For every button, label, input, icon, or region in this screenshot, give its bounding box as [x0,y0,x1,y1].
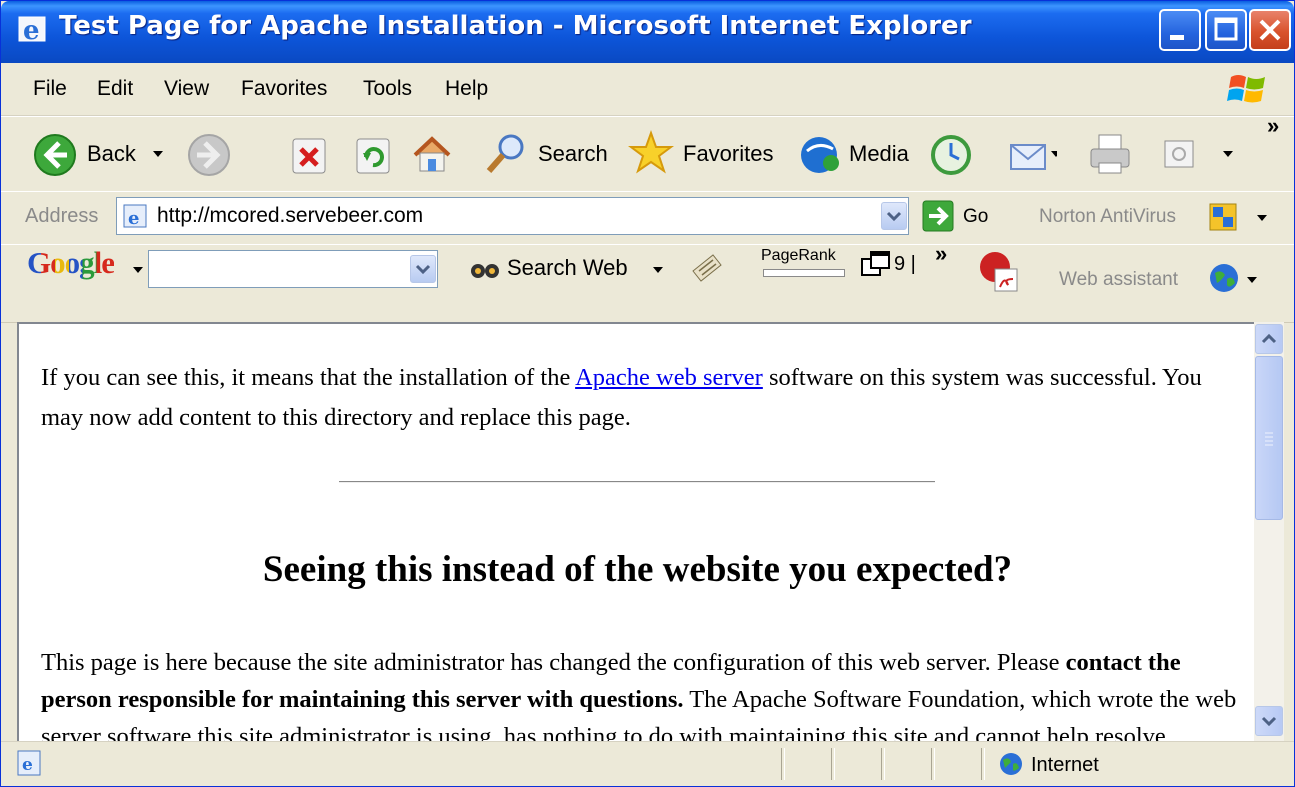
google-logo[interactable]: Google [27,245,115,281]
status-divider [781,748,785,780]
ie-logo-icon: e [18,16,46,46]
scroll-down-button[interactable] [1255,706,1283,736]
history-icon[interactable] [929,133,973,177]
refresh-icon[interactable] [353,135,393,175]
horizontal-rule [339,481,935,483]
back-arrow-icon[interactable] [33,133,77,177]
address-dropdown-button[interactable] [881,202,907,230]
search-icon[interactable] [483,131,529,177]
toolbar-more-chevron[interactable]: » [1267,113,1279,139]
svg-text:e: e [128,208,139,229]
menu-edit[interactable]: Edit [97,77,133,101]
favorites-button-label[interactable]: Favorites [683,141,773,167]
search-web-label[interactable]: Search Web [507,255,628,281]
vertical-scrollbar[interactable] [1254,322,1284,741]
stop-icon[interactable] [289,135,329,175]
security-zone-label: Internet [1031,754,1099,776]
maximize-button[interactable] [1205,9,1247,51]
maximize-icon [1214,17,1238,41]
pagerank-label[interactable]: PageRank [761,247,836,265]
window-title: Test Page for Apache Installation - Micr… [59,11,972,41]
menu-tools[interactable]: Tools [363,77,412,101]
chevron-down-icon [415,264,431,275]
menu-file[interactable]: File [33,77,67,101]
search-web-dropdown-icon[interactable] [651,263,665,277]
news-icon[interactable] [689,251,725,285]
media-icon[interactable] [797,133,843,177]
media-button-label[interactable]: Media [849,141,909,167]
browser-window: e Test Page for Apache Installation - Mi… [0,0,1295,787]
google-menu-dropdown-icon[interactable] [131,263,145,277]
menu-view[interactable]: View [164,77,209,101]
favorites-star-icon[interactable] [627,129,675,177]
web-assistant-dropdown-icon[interactable] [1245,273,1259,287]
explanation-text-start: This page is here because the site admin… [41,649,1066,676]
chevron-down-icon [1261,716,1277,727]
search-button-label[interactable]: Search [538,141,608,167]
intro-text-start: If you can see this, it means that the i… [41,364,576,391]
chevron-up-icon [1261,333,1277,344]
status-bar: e Internet [1,741,1294,786]
page-heading: Seeing this instead of the website you e… [262,549,1013,590]
popup-blocker-icon[interactable] [859,249,893,281]
mail-icon[interactable] [1005,131,1057,177]
page-content[interactable]: If you can see this, it means that the i… [17,322,1254,741]
explanation-paragraph: This page is here because the site admin… [41,644,1241,741]
norton-shield-icon[interactable] [1207,201,1239,233]
globe-icon[interactable] [1207,261,1241,295]
pagerank-bar [763,269,845,277]
scroll-thumb[interactable] [1255,356,1283,520]
web-assistant-label[interactable]: Web assistant [1059,269,1178,291]
menu-help[interactable]: Help [445,77,488,101]
google-logo-text: Google [27,245,115,280]
binoculars-icon[interactable] [469,253,501,283]
svg-text:e: e [22,755,33,775]
edit-icon[interactable] [1161,137,1197,173]
page-icon: e [123,204,147,229]
go-arrow-icon[interactable] [921,199,955,233]
internet-zone-globe-icon [1000,753,1022,775]
forward-arrow-icon[interactable] [187,133,231,177]
google-more-chevron[interactable]: » [935,241,947,267]
menu-favorites[interactable]: Favorites [241,77,327,101]
minimize-button[interactable] [1159,9,1201,51]
windows-flag-icon [1227,75,1265,103]
address-label: Address [25,205,99,227]
norton-antivirus-label[interactable]: Norton AntiVirus [1039,206,1176,228]
print-icon[interactable] [1087,131,1135,177]
back-dropdown-icon[interactable] [151,147,165,161]
back-button-label[interactable]: Back [87,141,136,167]
close-icon [1259,19,1281,41]
popups-blocked-count: 9 | [894,253,916,275]
grip-icon [1265,432,1273,446]
edit-dropdown-icon[interactable] [1221,147,1235,161]
pdf-icon[interactable] [977,249,1021,293]
page-status-icon: e [17,750,41,776]
minimize-icon [1170,35,1184,40]
norton-dropdown-icon[interactable] [1255,211,1269,225]
status-divider [931,748,935,780]
close-button[interactable] [1249,9,1291,51]
svg-text:e: e [23,16,40,46]
go-button-label[interactable]: Go [963,206,988,228]
google-search-input[interactable] [148,250,438,288]
status-divider [881,748,885,780]
status-divider [831,748,835,780]
google-search-dropdown-button[interactable] [410,255,436,283]
chevron-down-icon [886,211,902,222]
home-icon[interactable] [409,131,455,177]
apache-web-server-link[interactable]: Apache web server [575,364,763,391]
menu-bar: File Edit View Favorites Tools Help [1,63,1294,116]
address-field[interactable]: e http://mcored.servebeer.com [116,197,909,235]
address-url[interactable]: http://mcored.servebeer.com [157,204,423,228]
title-bar[interactable]: e Test Page for Apache Installation - Mi… [1,1,1294,63]
intro-paragraph: If you can see this, it means that the i… [41,358,1231,438]
scroll-up-button[interactable] [1255,324,1283,354]
status-divider [981,748,985,780]
